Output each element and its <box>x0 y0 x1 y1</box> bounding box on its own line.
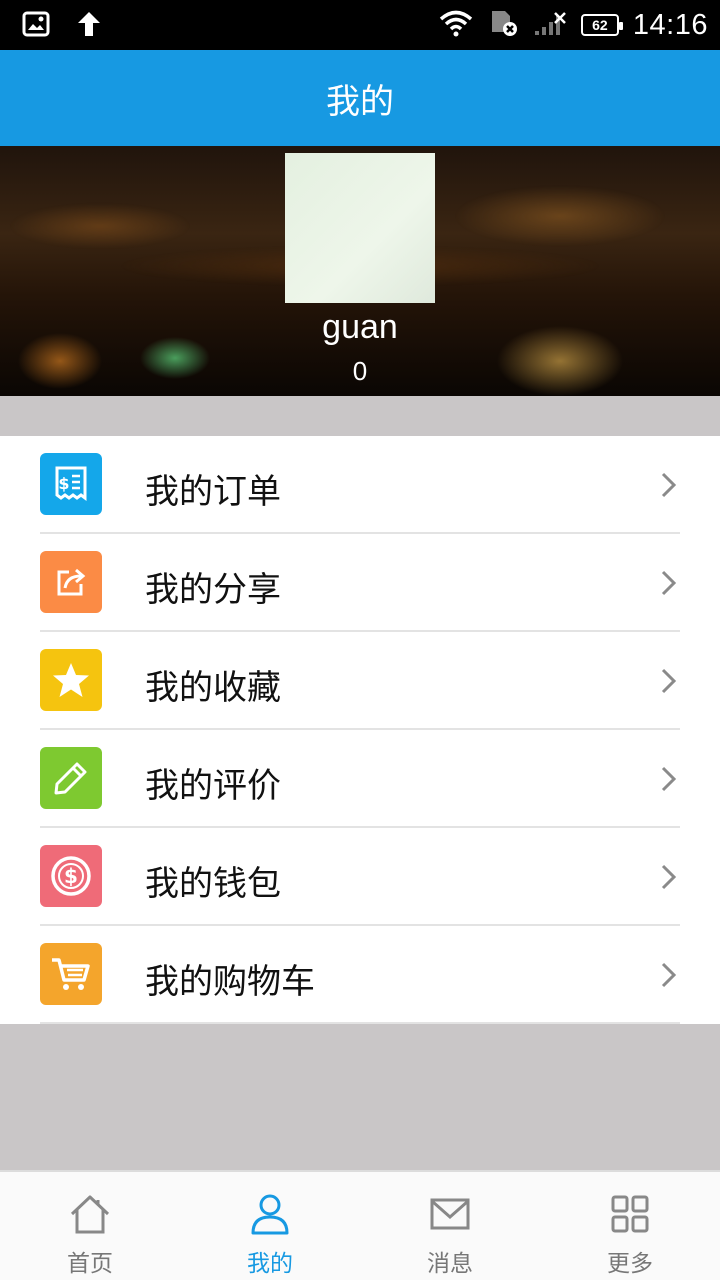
share-icon <box>40 551 102 613</box>
clock: 14:16 <box>632 8 708 41</box>
nav-label-home: 首页 <box>67 1251 113 1277</box>
grid-icon <box>611 1195 649 1233</box>
nav-tab-home[interactable]: 首页 <box>0 1172 180 1280</box>
svg-text:$: $ <box>64 864 78 888</box>
sim-error-icon <box>487 8 519 42</box>
receipt-icon: $ <box>40 453 102 515</box>
nav-label-more: 更多 <box>607 1251 653 1277</box>
wifi-icon <box>439 9 473 41</box>
nav-label-mine: 我的 <box>247 1251 293 1277</box>
status-bar: 62 14:16 <box>0 0 720 50</box>
star-icon <box>40 649 102 711</box>
nav-tab-mine[interactable]: 我的 <box>180 1172 360 1280</box>
menu-item-wallet[interactable]: $ 我的钱包 <box>0 828 720 926</box>
chevron-right-icon <box>661 570 677 596</box>
user-icon <box>251 1194 289 1235</box>
username: guan <box>322 308 398 346</box>
nav-tab-messages[interactable]: 消息 <box>360 1172 540 1280</box>
pencil-icon <box>40 747 102 809</box>
gallery-notification-icon <box>22 11 50 41</box>
cart-icon <box>40 943 102 1005</box>
chevron-right-icon <box>661 962 677 988</box>
title-bar: 我的 <box>0 50 720 146</box>
signal-icon <box>533 9 567 41</box>
chevron-right-icon <box>661 766 677 792</box>
battery-icon: 62 <box>580 14 623 36</box>
avatar[interactable] <box>285 153 435 303</box>
page-title: 我的 <box>326 81 394 122</box>
mail-icon <box>430 1198 470 1230</box>
menu-item-reviews[interactable]: 我的评价 <box>0 730 720 828</box>
home-icon <box>70 1195 110 1234</box>
menu-item-orders[interactable]: $ 我的订单 <box>0 436 720 534</box>
menu-label-cart: 我的购物车 <box>145 962 315 1002</box>
menu-item-cart[interactable]: 我的购物车 <box>0 926 720 1024</box>
menu-list: $ 我的订单 我的分享 我的收藏 我的评价 $ 我的钱包 我的购物车 <box>0 436 720 1024</box>
menu-label-wallet: 我的钱包 <box>145 864 281 904</box>
divider <box>40 1022 680 1024</box>
battery-level: 62 <box>592 17 608 33</box>
chevron-right-icon <box>661 668 677 694</box>
nav-label-messages: 消息 <box>427 1251 473 1277</box>
chevron-right-icon <box>661 864 677 890</box>
points-count: 0 <box>352 356 368 386</box>
wallet-dollar-icon: $ <box>40 845 102 907</box>
menu-item-favorites[interactable]: 我的收藏 <box>0 632 720 730</box>
nav-tab-more[interactable]: 更多 <box>540 1172 720 1280</box>
menu-label-orders: 我的订单 <box>145 472 281 512</box>
menu-label-favorites: 我的收藏 <box>145 668 281 708</box>
chevron-right-icon <box>661 472 677 498</box>
profile-header: guan 0 <box>0 146 720 396</box>
menu-label-share: 我的分享 <box>145 570 281 610</box>
svg-text:$: $ <box>58 474 69 493</box>
menu-item-share[interactable]: 我的分享 <box>0 534 720 632</box>
upload-arrow-icon <box>76 10 102 42</box>
bottom-nav: 首页 我的 消息 更多 <box>0 1170 720 1280</box>
menu-label-reviews: 我的评价 <box>145 766 281 806</box>
